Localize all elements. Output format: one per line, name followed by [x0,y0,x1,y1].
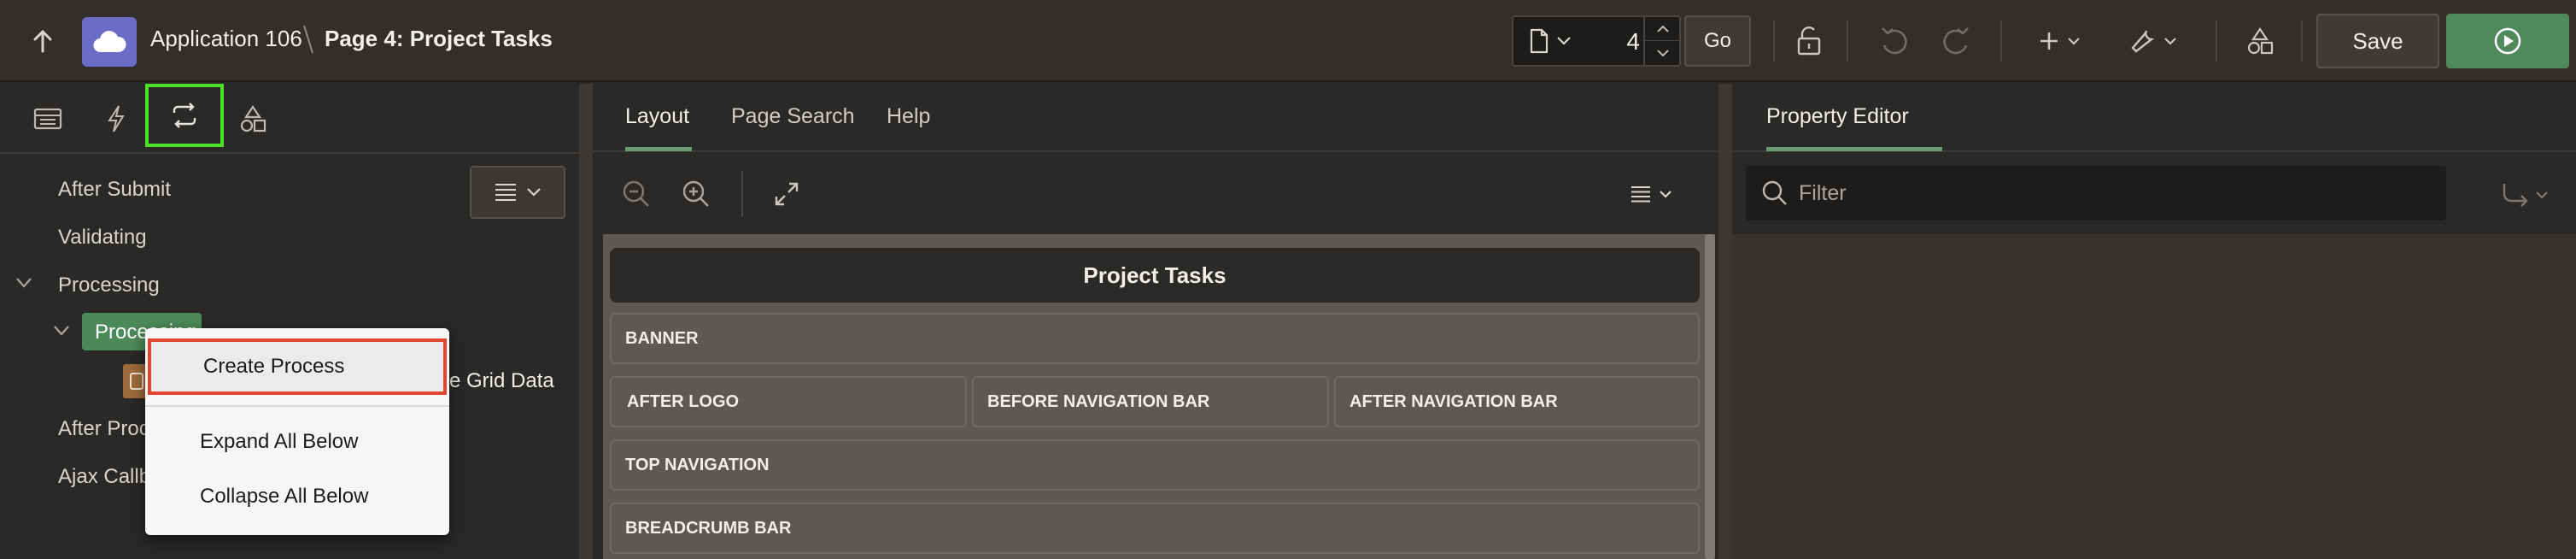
toolbar-divider [1773,21,1775,62]
chevron-down-icon [526,187,542,197]
search-icon [1761,179,1789,207]
menu-item-collapse-all-below[interactable]: Collapse All Below [145,470,449,523]
region-top-navigation[interactable]: TOP NAVIGATION [610,439,1700,491]
zoom-out-icon[interactable] [615,173,658,215]
go-to-group-button[interactable] [2491,178,2559,212]
rendering-tab-icon[interactable] [20,92,75,145]
toolbar-divider [2301,21,2303,62]
create-menu-button[interactable] [2029,19,2089,63]
layout-canvas: Project Tasks BANNER AFTER LOGO BEFORE N… [603,234,1715,559]
list-icon [494,182,518,203]
application-link[interactable]: Application 106 [150,26,302,52]
region-breadcrumb-bar[interactable]: BREADCRUMB BAR [610,503,1700,554]
chevron-down-icon [2163,37,2177,45]
zoom-in-icon[interactable] [675,173,717,215]
shapes-icon[interactable] [2236,19,2284,63]
left-pane-tabs [0,84,579,154]
lock-icon[interactable] [1785,19,1833,63]
property-editor-body [1732,234,2576,559]
undo-icon[interactable] [1871,19,1918,63]
toolbar-divider [741,171,743,217]
region-before-navigation-bar[interactable]: BEFORE NAVIGATION BAR [972,376,1329,427]
center-pane-tabs: Layout Page Search Help [593,84,1718,152]
menu-divider [145,405,449,407]
right-pane-tabs: Property Editor [1732,84,2576,152]
page-selector [1512,15,1681,67]
active-tab-indicator [1766,147,1942,151]
chevron-down-icon [1556,36,1572,46]
shared-components-icon[interactable] [225,92,280,145]
page-finder-button[interactable] [1522,26,1578,56]
layout-menu-button[interactable] [1621,173,1681,215]
page-number-input[interactable] [1585,26,1640,58]
tree-node-processing[interactable]: Processing [58,274,160,297]
layout-toolbar [593,154,1718,234]
list-icon [1630,185,1652,203]
region-after-logo[interactable]: AFTER LOGO [610,376,967,427]
play-icon [2493,26,2522,56]
tab-layout[interactable]: Layout [625,104,689,129]
breadcrumb-separator [302,24,314,55]
lightning-icon[interactable] [89,92,143,145]
chevron-down-icon [2067,37,2081,45]
page-title: Page 4: Project Tasks [325,26,553,51]
chevron-down-icon[interactable] [1645,41,1681,65]
tab-property-editor[interactable]: Property Editor [1766,104,1909,129]
canvas-scrollbar[interactable] [1705,234,1715,559]
menu-item-expand-all-below[interactable]: Expand All Below [145,415,449,468]
context-menu: Create Process Expand All Below Collapse… [145,328,449,535]
pane-splitter-right[interactable] [1718,84,1732,559]
save-button[interactable]: Save [2316,14,2439,68]
region-after-navigation-bar[interactable]: AFTER NAVIGATION BAR [1334,376,1700,427]
redo-icon[interactable] [1932,19,1980,63]
chevron-up-icon[interactable] [1645,17,1681,41]
page-spinner [1643,17,1681,65]
tree-node-validating[interactable]: Validating [58,226,147,250]
cloud-icon[interactable] [82,17,137,67]
tree-node-grid-process-label[interactable]: e Grid Data [449,369,554,393]
plus-icon [2038,30,2060,52]
toolbar-divider [1847,21,1848,62]
tree-menu-button[interactable] [470,166,565,219]
expand-icon[interactable] [765,173,808,215]
chevron-down-icon[interactable] [53,325,70,342]
tree-node-ajax-callback[interactable]: Ajax Callb [58,465,150,489]
filter-input[interactable] [1799,174,2431,212]
top-toolbar: Application 106 Page 4: Project Tasks Go [0,0,2576,82]
pane-splitter-left[interactable] [579,84,593,559]
tree-node-after-submit[interactable]: After Submit [58,178,171,202]
menu-item-create-process[interactable]: Create Process [148,338,447,395]
wrench-icon [2129,27,2157,55]
toolbar-divider [2216,21,2217,62]
right-pane: Property Editor [1732,84,2576,559]
corner-arrow-icon [2501,182,2530,208]
center-pane: Layout Page Search Help Project Tasks BA… [593,84,1718,559]
utilities-menu-button[interactable] [2123,19,2183,63]
run-button[interactable] [2446,14,2569,68]
processing-tab-icon[interactable] [145,84,224,147]
tab-help[interactable]: Help [887,104,930,129]
property-filter [1746,166,2446,221]
document-icon [1529,28,1549,54]
tree-node-after-processing[interactable]: After Proc [58,417,149,441]
go-button[interactable]: Go [1684,15,1751,67]
layout-page-title[interactable]: Project Tasks [610,248,1700,303]
toolbar-divider [2000,21,2002,62]
active-tab-indicator [625,147,692,151]
region-banner[interactable]: BANNER [610,313,1700,364]
left-pane: After Submit Validating Processing Proce… [0,84,579,559]
chevron-down-icon [2535,191,2549,199]
up-arrow-icon[interactable] [19,21,67,62]
chevron-down-icon [1659,190,1672,198]
chevron-down-icon[interactable] [15,277,32,294]
tab-page-search[interactable]: Page Search [731,104,855,129]
